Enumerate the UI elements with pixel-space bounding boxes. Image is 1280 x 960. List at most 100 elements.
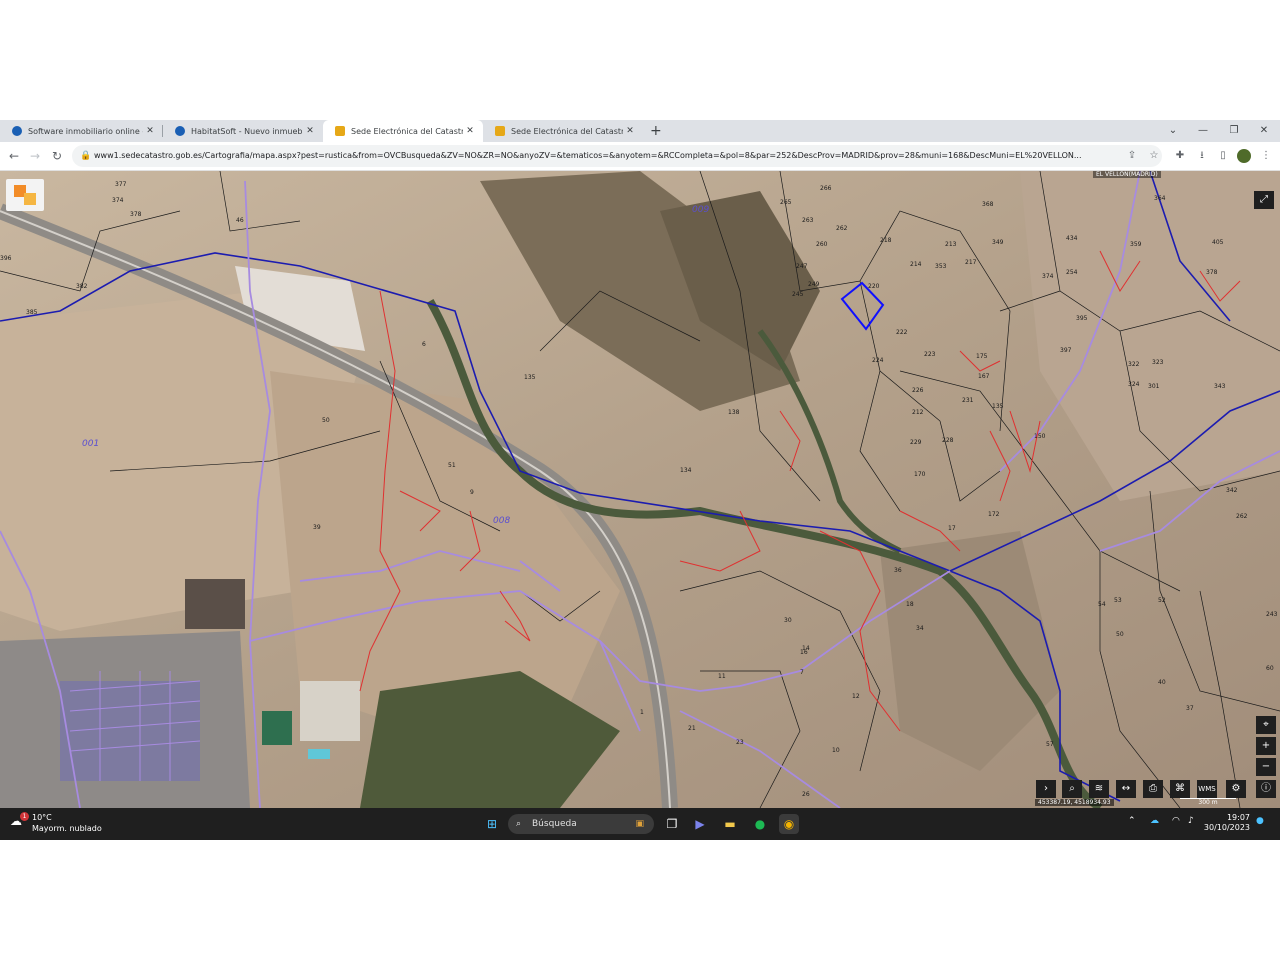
menu-kebab-icon[interactable]: ⋮ [1258,147,1274,165]
zoom-out-button[interactable]: − [1256,758,1276,776]
print-icon[interactable]: ⎙ [1143,780,1163,798]
tab-search-chevron-icon[interactable]: ⌄ [1158,120,1188,142]
parcel-number[interactable]: 220 [868,283,879,290]
parcel-number[interactable]: 249 [808,281,819,288]
teams-chat-icon[interactable]: ▶ [690,814,710,834]
measure-icon[interactable]: ↔ [1116,780,1136,798]
parcel-number[interactable]: 50 [322,417,330,424]
parcel-number[interactable]: 434 [1066,235,1077,242]
parcel-number[interactable]: 21 [688,725,696,732]
parcel-number[interactable]: 170 [914,471,925,478]
parcel-number[interactable]: 265 [780,199,791,206]
parcel-number[interactable]: 12 [852,693,860,700]
parcel-number[interactable]: 167 [978,373,989,380]
parcel-number[interactable]: 324 [1128,381,1139,388]
parcel-number[interactable]: 135 [992,403,1003,410]
file-explorer-icon[interactable]: ▬ [720,814,740,834]
parcel-number[interactable]: 263 [802,217,813,224]
toolbar-expand-chevron-icon[interactable]: › [1036,780,1056,798]
profile-avatar[interactable] [1236,147,1252,165]
parcel-number[interactable]: 224 [872,357,883,364]
parcel-number[interactable]: 247 [796,263,807,270]
parcel-number[interactable]: 353 [935,263,946,270]
parcel-number[interactable]: 254 [1066,269,1077,276]
new-tab-button[interactable]: + [650,120,662,142]
restore-button[interactable]: ❐ [1219,120,1249,142]
weather-widget[interactable]: ☁ 1 10°C Mayorm. nublado [10,812,102,834]
parcel-number[interactable]: 377 [115,181,126,188]
parcel-number[interactable]: 364 [1154,195,1165,202]
parcel-number[interactable]: 39 [313,524,321,531]
parcel-number[interactable]: 359 [1130,241,1141,248]
volume-icon[interactable]: ♪ [1188,816,1194,826]
close-icon[interactable]: ✕ [463,126,477,136]
system-clock[interactable]: 19:07 30/10/2023 [1202,813,1250,833]
onedrive-cloud-icon[interactable]: ☁ [1150,816,1159,826]
parcel-number[interactable]: 395 [1076,315,1087,322]
catastro-logo[interactable] [6,179,44,211]
parcel-number[interactable]: 23 [736,739,744,746]
parcel-number[interactable]: 18 [906,601,914,608]
parcel-number[interactable]: 260 [816,241,827,248]
cadastre-map[interactable]: EL VELLON(MADRID) 001 008 009 377 374 37… [0,171,1280,808]
layers-icon[interactable]: ≋ [1089,780,1109,798]
parcel-number[interactable]: 218 [880,237,891,244]
wms-icon[interactable]: WMS [1197,780,1217,798]
parcel-number[interactable]: 175 [976,353,987,360]
parcel-number[interactable]: 52 [1158,597,1166,604]
parcel-number[interactable]: 213 [945,241,956,248]
parcel-number[interactable]: 214 [910,261,921,268]
parcel-number[interactable]: 245 [792,291,803,298]
close-window-button[interactable]: ✕ [1249,120,1279,142]
reload-icon[interactable]: ↻ [47,146,67,166]
close-icon[interactable]: ✕ [303,126,317,136]
parcel-number[interactable]: 10 [832,747,840,754]
fullscreen-icon[interactable]: ⤢ [1254,191,1274,209]
notification-icon[interactable]: ● [1256,816,1264,826]
parcel-number[interactable]: 34 [916,625,924,632]
extensions-puzzle-icon[interactable]: ✚ [1172,147,1188,165]
locate-icon[interactable]: ⌖ [1256,716,1276,734]
parcel-number[interactable]: 301 [1148,383,1159,390]
back-arrow-icon[interactable]: ← [4,146,24,166]
info-icon[interactable]: ⓘ [1256,780,1276,798]
wifi-icon[interactable]: ◠ [1172,816,1180,826]
url-text[interactable]: www1.sedecatastro.gob.es/Cartografia/map… [94,145,1094,167]
search-icon[interactable]: ⌕ [1062,780,1082,798]
forward-arrow-icon[interactable]: → [25,146,45,166]
close-icon[interactable]: ✕ [143,126,157,136]
parcel-number[interactable]: 150 [1034,433,1045,440]
parcel-number[interactable]: 26 [802,791,810,798]
parcel-number[interactable]: 243 [1266,611,1277,618]
parcel-number[interactable]: 231 [962,397,973,404]
tab-habitatsoft-software[interactable]: Software inmobiliario online - H ✕ [0,120,163,142]
tray-chevron-up-icon[interactable]: ⌃ [1128,816,1136,826]
share-icon[interactable]: ⇪ [1124,147,1140,165]
parcel-number[interactable]: 262 [836,225,847,232]
windows-start-icon[interactable]: ⊞ [482,814,502,834]
parcel-number[interactable]: 223 [924,351,935,358]
taskbar-search[interactable]: ⌕ Búsqueda ▣ [508,814,654,834]
zoom-in-button[interactable]: + [1256,737,1276,755]
task-view-icon[interactable]: ❐ [662,814,682,834]
parcel-number[interactable]: 222 [896,329,907,336]
parcel-number[interactable]: 17 [948,525,956,532]
side-panel-icon[interactable]: ▯ [1215,147,1231,165]
parcel-number[interactable]: 11 [718,673,726,680]
parcel-number[interactable]: 374 [1042,273,1053,280]
parcel-number[interactable]: 16 [800,649,808,656]
parcel-number[interactable]: 405 [1212,239,1223,246]
parcel-number[interactable]: 51 [448,462,456,469]
minimize-button[interactable]: — [1188,120,1218,142]
parcel-number[interactable]: 7 [800,669,804,676]
parcel-number[interactable]: 262 [1236,513,1247,520]
parcel-number[interactable]: 266 [820,185,831,192]
parcel-number[interactable]: 342 [1226,487,1237,494]
parcel-number[interactable]: 378 [1206,269,1217,276]
bookmark-star-icon[interactable]: ☆ [1146,147,1162,165]
download-icon[interactable]: ⭳ [1194,147,1210,165]
parcel-number[interactable]: 6 [422,341,426,348]
address-bar[interactable]: 🔒 www1.sedecatastro.gob.es/Cartografia/m… [72,145,1162,167]
parcel-number[interactable]: 134 [680,467,691,474]
parcel-number[interactable]: 322 [1128,361,1139,368]
